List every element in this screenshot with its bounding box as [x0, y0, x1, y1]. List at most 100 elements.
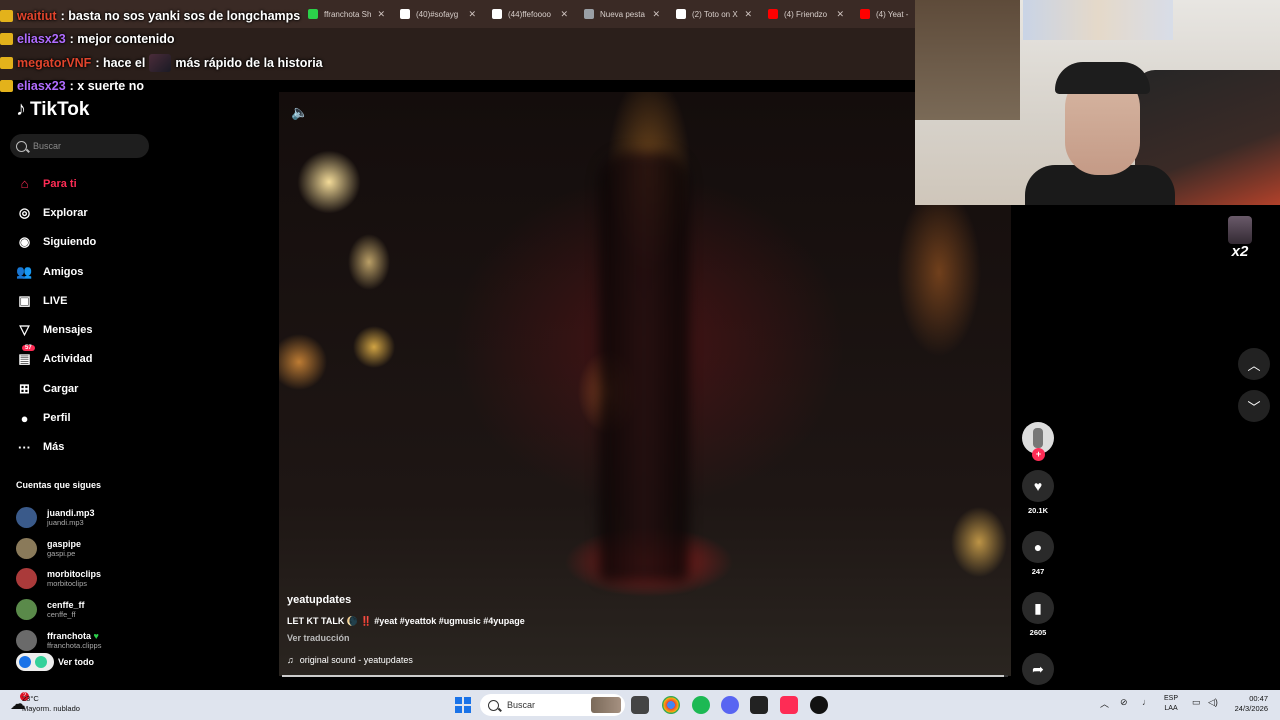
browser-tab[interactable]: (40)#sofayg ✕ — [392, 3, 484, 25]
previous-video-button[interactable]: ︿ — [1238, 348, 1270, 380]
browser-tab[interactable]: Nueva pesta ✕ — [576, 3, 668, 25]
tab-favicon-icon — [400, 9, 410, 19]
video-subject — [599, 152, 689, 582]
sidebar-item-label: LIVE — [43, 294, 68, 307]
close-icon[interactable]: ✕ — [744, 9, 752, 20]
sidebar-item-cargar[interactable]: ⊞ Cargar — [16, 374, 186, 403]
chat-username: waitiut — [17, 8, 57, 23]
subscriber-badge-icon — [0, 80, 13, 93]
video-player[interactable]: 🔈 yeatupdates LET KT TALK 🌘 ‼️ #yeat #ye… — [279, 92, 1011, 676]
sidebar-nav: ⌂ Para ti ◎ Explorar ◉ Siguiendo 👥 Amigos ▣ … — [16, 169, 186, 462]
notification-badge: 57 — [22, 344, 35, 351]
search-input[interactable]: Buscar — [10, 134, 149, 158]
windows-taskbar: ☁ 2 23°C Mayorm. nublado Buscar ︿ ⊘ ♩ ES… — [0, 690, 1280, 720]
account-handle: juandi.mp3 — [47, 517, 84, 527]
following-account[interactable]: cenffe_ff cenffe_ff — [16, 594, 101, 625]
webcam-overlay — [915, 0, 1280, 205]
chat-text: : mejor contenido — [69, 32, 175, 47]
account-handle: gaspi.pe — [47, 548, 76, 558]
close-icon[interactable]: ✕ — [560, 9, 568, 20]
microphone-icon[interactable]: ♩ — [1142, 697, 1151, 707]
close-icon[interactable]: ✕ — [836, 9, 844, 20]
extension-badge[interactable] — [16, 653, 54, 671]
language-indicator[interactable]: ESP LAA — [1164, 694, 1178, 714]
sidebar-item-amigos[interactable]: 👥 Amigos — [16, 257, 186, 286]
sidebar-item-explorar[interactable]: ◎ Explorar — [16, 198, 186, 227]
following-account[interactable]: juandi.mp3 juandi.mp3 — [16, 502, 101, 533]
comment-icon[interactable]: ● — [1022, 531, 1054, 563]
next-video-button[interactable]: ﹀ — [1238, 390, 1270, 422]
close-icon[interactable]: ✕ — [377, 9, 385, 20]
account-handle: ffranchota.clipps — [47, 640, 102, 650]
following-account[interactable]: morbitoclips morbitoclips — [16, 563, 101, 594]
avatar — [16, 568, 37, 590]
chat-message: megatorVNF : hace el más rápido de la hi… — [0, 51, 323, 75]
sidebar-item-mensajes[interactable]: ▽ Mensajes — [16, 315, 186, 344]
sidebar-item-label: Perfil — [43, 412, 71, 425]
avatar — [16, 506, 37, 528]
share-icon[interactable]: ➦ — [1022, 653, 1054, 685]
account-name: gaspipe — [47, 538, 82, 549]
start-button[interactable] — [455, 697, 471, 713]
heart-icon[interactable]: ♥ — [1022, 470, 1054, 502]
chat-text: : basta no sos yanki sos de longchamps — [60, 8, 301, 23]
chat-message: waitiut : basta no sos yanki sos de long… — [0, 4, 323, 28]
tab-label: (4) Yeat - — [876, 9, 909, 19]
sidebar-item-perfil[interactable]: ● Perfil — [16, 403, 186, 432]
system-clock[interactable]: 00:47 24/3/2026 — [1228, 694, 1268, 714]
video-progress-bar[interactable] — [282, 675, 1008, 677]
browser-tab[interactable]: (2) Toto on X ✕ — [668, 3, 760, 25]
author-avatar[interactable]: + — [1022, 422, 1054, 461]
bookmark-icon[interactable]: ▮ — [1022, 592, 1054, 624]
chrome-icon[interactable] — [662, 696, 680, 714]
tab-favicon-icon — [584, 9, 594, 19]
spotify-icon[interactable] — [692, 696, 710, 714]
weather-widget[interactable]: 23°C Mayorm. nublado — [22, 694, 80, 714]
taskbar-search[interactable]: Buscar — [480, 694, 625, 716]
tab-label: Nueva pesta — [600, 9, 645, 19]
sidebar-item-live[interactable]: ▣ LIVE — [16, 286, 186, 315]
chat-text: : hace el — [95, 55, 146, 70]
following-account[interactable]: gaspipe gaspi.pe — [16, 533, 101, 564]
avatar — [16, 598, 37, 620]
video-sound[interactable]: ♫ original sound - yeatupdates — [287, 655, 413, 665]
volume-icon[interactable]: 🔈 — [291, 104, 308, 121]
tray-chevron-icon[interactable]: ︿ — [1100, 697, 1109, 710]
following-account[interactable]: ffranchota ♥ ffranchota.clipps — [16, 625, 101, 656]
follow-plus-icon[interactable]: + — [1032, 448, 1045, 461]
discord-icon[interactable] — [721, 696, 739, 714]
capcut-icon[interactable] — [750, 696, 768, 714]
tab-favicon-icon — [492, 9, 502, 19]
tab-favicon-icon — [676, 9, 686, 19]
browser-tab[interactable]: (44)ffefoooo ✕ — [484, 3, 576, 25]
tab-label: (44)ffefoooo — [508, 9, 551, 19]
browser-tab[interactable]: (4) Friendzo ✕ — [760, 3, 852, 25]
obs-icon[interactable] — [810, 696, 828, 714]
sidebar-item-para-ti[interactable]: ⌂ Para ti — [16, 169, 186, 198]
following-icon: ◉ — [18, 234, 31, 250]
translate-link[interactable]: Ver traducción — [287, 633, 350, 643]
tiktok-logo-icon: ♪ — [16, 98, 26, 120]
sidebar-item-siguiendo[interactable]: ◉ Siguiendo — [16, 228, 186, 257]
see-all-link[interactable]: Ver todo — [16, 653, 94, 671]
weather-desc: Mayorm. nublado — [22, 704, 80, 713]
sidebar-item-label: Explorar — [43, 206, 88, 219]
tiktok-logo[interactable]: ♪ TikTok — [16, 98, 89, 121]
comment-action[interactable]: ● 247 — [1018, 531, 1058, 576]
volume-tray-icon[interactable]: ◁) — [1208, 697, 1218, 708]
close-icon[interactable]: ✕ — [468, 9, 476, 20]
tiktok-app-icon[interactable] — [780, 696, 798, 714]
video-author[interactable]: yeatupdates — [287, 594, 351, 606]
save-action[interactable]: ▮ 2605 — [1018, 592, 1058, 637]
video-description: LET KT TALK 🌘 ‼️ #yeat #yeattok #ugmusic… — [287, 616, 525, 626]
sidebar-item-más[interactable]: ··· Más — [16, 433, 186, 462]
verified-icon: ♥ — [93, 630, 99, 641]
like-action[interactable]: ♥ 20.1K — [1018, 470, 1058, 515]
activity-icon: ▤ 57 — [16, 344, 35, 368]
close-icon[interactable]: ✕ — [652, 9, 660, 20]
compass-icon: ◎ — [18, 204, 31, 220]
display-icon[interactable]: ▭ — [1192, 697, 1201, 708]
file-explorer-icon[interactable] — [631, 696, 649, 714]
network-icon[interactable]: ⊘ — [1120, 697, 1128, 708]
sidebar-item-actividad[interactable]: ▤ 57 Actividad — [16, 344, 186, 374]
